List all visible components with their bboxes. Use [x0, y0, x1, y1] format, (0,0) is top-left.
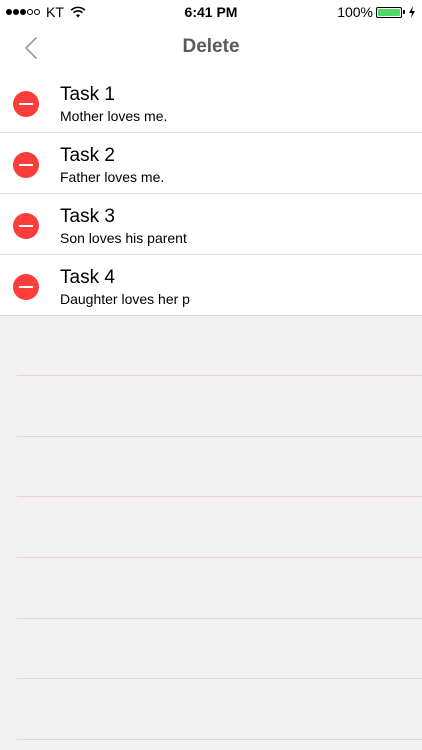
battery-tip	[403, 10, 405, 14]
battery-percent: 100%	[337, 4, 373, 20]
delete-button[interactable]	[13, 91, 39, 117]
task-row[interactable]: Task 4 Daughter loves her p	[0, 255, 422, 316]
task-row[interactable]: Task 2 Father loves me.	[0, 133, 422, 194]
row-separator	[17, 618, 422, 619]
task-subtitle: Father loves me.	[60, 169, 165, 185]
battery-fill	[378, 8, 400, 16]
minus-icon	[19, 286, 33, 288]
battery-icon	[376, 6, 402, 18]
task-row[interactable]: Task 1 Mother loves me.	[0, 72, 422, 133]
task-list: Task 1 Mother loves me. Task 2 Father lo…	[0, 72, 422, 316]
row-separator	[17, 678, 422, 679]
delete-button[interactable]	[13, 152, 39, 178]
task-subtitle: Son loves his parent	[60, 230, 187, 246]
row-separator	[17, 557, 422, 558]
minus-icon	[19, 225, 33, 227]
navigation-bar: Delete	[0, 24, 422, 72]
task-title: Task 3	[60, 206, 115, 227]
task-title: Task 2	[60, 145, 115, 166]
minus-icon	[19, 103, 33, 105]
row-separator	[17, 739, 422, 740]
task-subtitle: Daughter loves her p	[60, 291, 190, 307]
row-separator	[17, 375, 422, 376]
status-bar: KT 6:41 PM 100%	[0, 0, 422, 24]
status-right: 100%	[337, 4, 416, 20]
page-title: Delete	[182, 36, 240, 57]
row-separator	[17, 496, 422, 497]
task-title: Task 4	[60, 267, 115, 288]
task-subtitle: Mother loves me.	[60, 108, 168, 124]
screen: KT 6:41 PM 100% Delete Task 1 Mother lov…	[0, 0, 422, 750]
delete-button[interactable]	[13, 213, 39, 239]
task-row[interactable]: Task 3 Son loves his parent	[0, 194, 422, 255]
minus-icon	[19, 164, 33, 166]
empty-list-area	[0, 316, 422, 750]
task-title: Task 1	[60, 84, 115, 105]
row-separator	[17, 436, 422, 437]
delete-button[interactable]	[13, 274, 39, 300]
charging-bolt-icon	[409, 6, 415, 18]
